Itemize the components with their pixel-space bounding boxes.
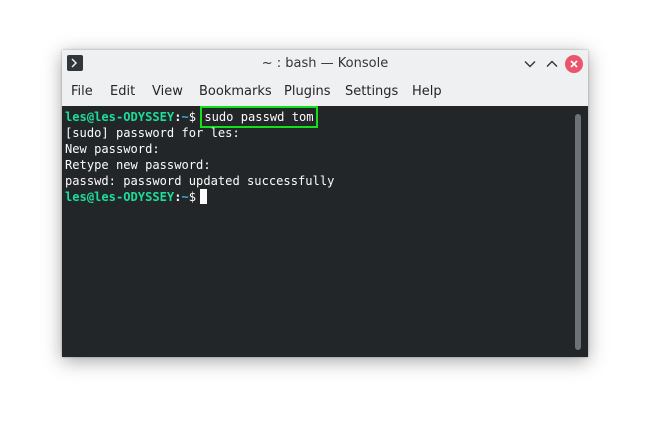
close-icon bbox=[565, 55, 583, 73]
prompt-separator: : bbox=[174, 110, 182, 124]
menu-help[interactable]: Help bbox=[412, 84, 442, 99]
terminal-line-command: les@les-ODYSSEY:~$ sudo passwd tom bbox=[65, 106, 318, 128]
maximize-button[interactable] bbox=[542, 54, 562, 74]
title-bar[interactable]: ~ : bash — Konsole bbox=[62, 50, 588, 78]
text-cursor bbox=[200, 189, 208, 204]
terminal-output-line: New password: bbox=[65, 142, 160, 156]
terminal-output-line: [sudo] password for les: bbox=[65, 126, 240, 140]
menu-settings[interactable]: Settings bbox=[345, 84, 398, 99]
terminal-output-line: passwd: password updated successfully bbox=[65, 174, 335, 188]
prompt-symbol: $ bbox=[188, 110, 197, 124]
terminal-area[interactable]: les@les-ODYSSEY:~$ sudo passwd tom [sudo… bbox=[62, 106, 588, 357]
chevron-down-icon bbox=[524, 61, 536, 68]
menu-edit[interactable]: Edit bbox=[110, 84, 135, 99]
chevron-up-icon bbox=[546, 60, 558, 67]
menu-plugins[interactable]: Plugins bbox=[284, 84, 331, 99]
minimize-button[interactable] bbox=[520, 54, 540, 74]
terminal-output-line: Retype new password: bbox=[65, 158, 211, 172]
menu-bookmarks[interactable]: Bookmarks bbox=[199, 84, 272, 99]
prompt-separator: : bbox=[174, 190, 182, 204]
close-button[interactable] bbox=[564, 54, 584, 74]
menu-bar: File Edit View Bookmarks Plugins Setting… bbox=[62, 78, 588, 106]
menu-view[interactable]: View bbox=[152, 84, 183, 99]
prompt-user-host: les@les-ODYSSEY bbox=[65, 110, 175, 124]
prompt-symbol: $ bbox=[188, 190, 197, 204]
highlighted-command: sudo passwd tom bbox=[200, 106, 318, 128]
menu-file[interactable]: File bbox=[71, 84, 93, 99]
konsole-window: ~ : bash — Konsole File Edit View Bookma… bbox=[62, 50, 588, 357]
scrollbar[interactable] bbox=[575, 114, 581, 350]
prompt-user-host: les@les-ODYSSEY bbox=[65, 190, 175, 204]
terminal-line-prompt: les@les-ODYSSEY:~$ bbox=[65, 189, 208, 205]
prompt-path: ~ bbox=[181, 190, 189, 204]
prompt-path: ~ bbox=[181, 110, 189, 124]
window-title: ~ : bash — Konsole bbox=[261, 56, 389, 71]
